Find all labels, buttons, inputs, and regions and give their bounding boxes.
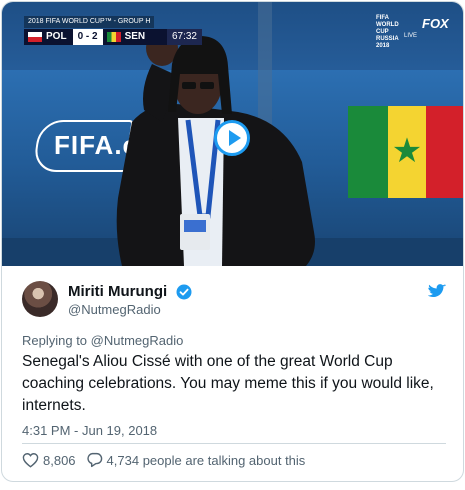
- conversation-link[interactable]: 4,734 people are talking about this: [86, 452, 306, 468]
- senegal-flag-icon: [106, 32, 121, 42]
- like-count: 8,806: [43, 452, 76, 468]
- verified-badge-icon: [176, 284, 192, 300]
- avatar[interactable]: [22, 281, 58, 317]
- play-button[interactable]: [214, 120, 250, 156]
- reply-prefix: Replying to: [22, 333, 88, 348]
- like-button[interactable]: 8,806: [22, 452, 76, 468]
- tweet-card: FIFA.c ★ 2018 FIFA WORLD CUP™ - GROUP H …: [1, 1, 464, 482]
- tweet-timestamp[interactable]: 4:31 PM - Jun 19, 2018: [22, 423, 157, 438]
- home-team: POL: [46, 31, 67, 42]
- author-name[interactable]: Miriti Murungi: [68, 283, 167, 300]
- play-icon: [229, 130, 241, 146]
- talking-count: 4,734 people are talking about this: [106, 452, 306, 468]
- away-team: SEN: [124, 31, 146, 42]
- author-handle[interactable]: @NutmegRadio: [68, 302, 161, 317]
- divider: [22, 443, 446, 444]
- video-player[interactable]: FIFA.c ★ 2018 FIFA WORLD CUP™ - GROUP H …: [2, 2, 463, 266]
- live-label: LIVE: [404, 33, 418, 39]
- reply-to-link[interactable]: @NutmegRadio: [91, 333, 184, 348]
- score-bug: POL 0 - 2 SEN 67:32: [24, 29, 202, 45]
- tweet-actions: 8,806 4,734 people are talking about thi…: [22, 451, 305, 469]
- reply-context: Replying to @NutmegRadio: [22, 333, 183, 348]
- poland-flag-icon: [28, 32, 42, 42]
- network-logo: FOX: [422, 16, 449, 31]
- score: 0 - 2: [72, 29, 103, 45]
- heart-icon: [22, 453, 39, 468]
- competition-label: 2018 FIFA WORLD CUP™ - GROUP H: [24, 16, 155, 28]
- speech-bubble-icon: [86, 452, 102, 468]
- twitter-bird-icon[interactable]: [428, 284, 446, 299]
- match-clock: 67:32: [166, 29, 202, 45]
- tweet-text: Senegal's Aliou Cissé with one of the gr…: [22, 353, 434, 414]
